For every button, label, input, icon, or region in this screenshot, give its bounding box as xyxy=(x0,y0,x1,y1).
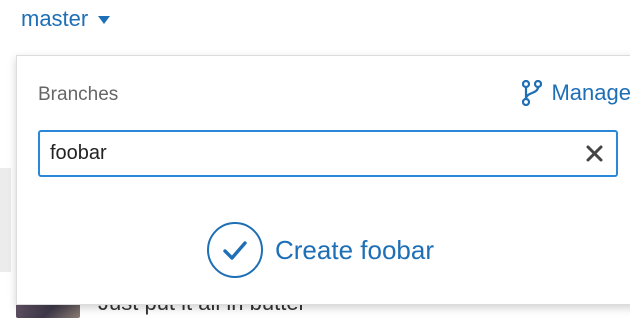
create-branch-button[interactable]: Create foobar xyxy=(207,222,434,278)
branch-dropdown: Branches Manage foobar Create foobar xyxy=(16,55,630,305)
create-branch-label: Create foobar xyxy=(275,234,434,265)
caret-down-icon xyxy=(98,16,111,24)
branch-fork-icon xyxy=(522,80,543,106)
dropdown-title: Branches xyxy=(38,84,119,105)
dropdown-header: Branches Manage xyxy=(17,56,630,126)
background-panel-edge xyxy=(0,168,11,272)
manage-label: Manage xyxy=(551,80,630,105)
branch-search-input[interactable] xyxy=(50,132,570,175)
close-icon[interactable] xyxy=(585,144,604,163)
branch-picker[interactable]: master xyxy=(21,6,111,32)
manage-branches-link[interactable]: Manage xyxy=(522,80,630,106)
current-branch-label: master xyxy=(21,6,89,31)
checkmark-circle-icon xyxy=(207,222,263,278)
branch-search-field[interactable] xyxy=(38,130,618,177)
